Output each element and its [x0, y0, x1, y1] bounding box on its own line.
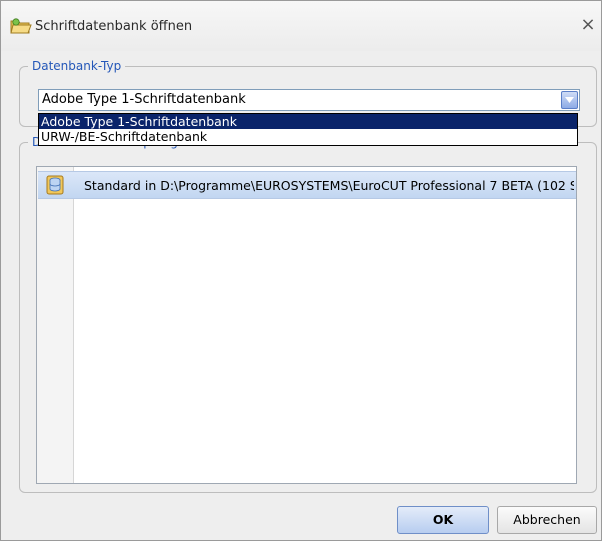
database-icon: [46, 175, 64, 195]
ok-button[interactable]: OK: [397, 506, 489, 534]
folder-open-icon: [10, 18, 32, 34]
window-title: Schriftdatenbank öffnen: [35, 19, 193, 34]
chevron-down-icon: [565, 97, 574, 103]
cancel-button[interactable]: Abbrechen: [497, 506, 597, 534]
database-type-legend: Datenbank-Typ: [28, 58, 126, 74]
dropdown-option-urw[interactable]: URW-/BE-Schriftdatenbank: [39, 129, 577, 144]
dropdown-button[interactable]: [561, 91, 578, 109]
database-type-select[interactable]: Adobe Type 1-Schriftdatenbank: [38, 89, 580, 111]
open-font-database-dialog: Schriftdatenbank öffnen × Datenbank-Typ …: [0, 0, 602, 541]
database-links-list[interactable]: Standard in D:\Programme\EUROSYSTEMS\Eur…: [36, 166, 577, 484]
close-button[interactable]: ×: [578, 15, 598, 35]
database-type-dropdown-list: Adobe Type 1-Schriftdatenbank URW-/BE-Sc…: [38, 113, 578, 146]
dropdown-option-adobe[interactable]: Adobe Type 1-Schriftdatenbank: [39, 114, 577, 129]
list-item[interactable]: Standard in D:\Programme\EUROSYSTEMS\Eur…: [38, 171, 576, 199]
title-bar: Schriftdatenbank öffnen ×: [1, 1, 601, 51]
list-item-label: Standard in D:\Programme\EUROSYSTEMS\Eur…: [84, 178, 574, 193]
list-gutter: [37, 167, 74, 483]
database-type-selected-value: Adobe Type 1-Schriftdatenbank: [42, 92, 246, 107]
